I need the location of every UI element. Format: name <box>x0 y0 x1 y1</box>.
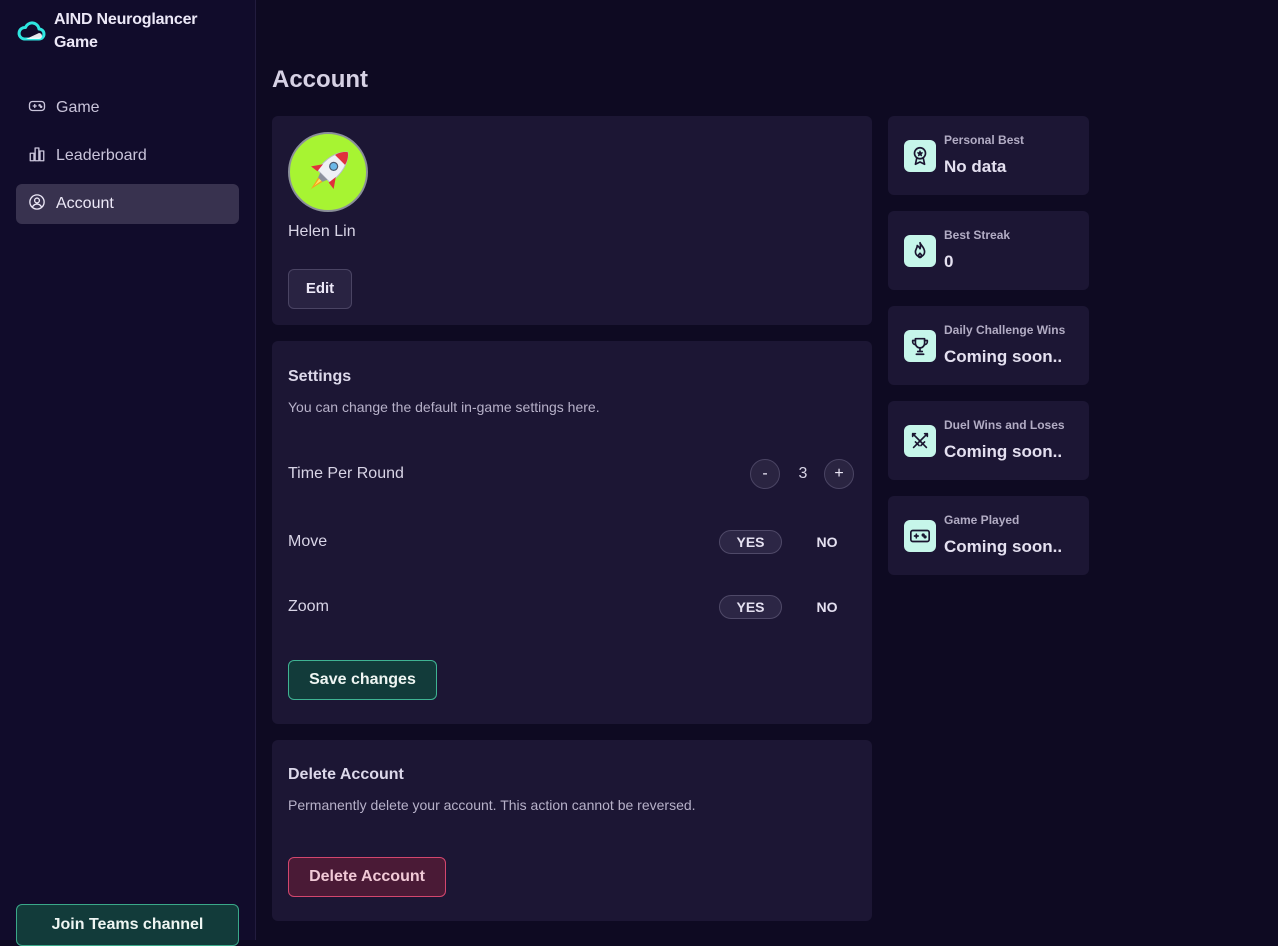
bar-chart-icon <box>28 145 46 168</box>
stat-label: Duel Wins and Loses <box>944 418 1065 432</box>
time-per-round-value: 3 <box>798 465 808 482</box>
save-changes-button[interactable]: Save changes <box>288 660 437 700</box>
page-title: Account <box>272 66 368 93</box>
sidebar: AIND Neuroglancer Game Game Leaderboard … <box>0 0 256 946</box>
stat-game-played: Game Played Coming soon.. <box>888 496 1089 575</box>
app-title: AIND Neuroglancer Game <box>54 11 198 51</box>
move-yes-toggle[interactable]: YES <box>719 530 782 554</box>
sidebar-item-account[interactable]: Account <box>16 184 239 224</box>
user-name: Helen Lin <box>288 223 356 240</box>
sidebar-nav: Game Leaderboard Account <box>16 88 239 232</box>
decrement-button[interactable]: - <box>750 459 780 489</box>
zoom-label: Zoom <box>288 598 329 615</box>
stat-value: 0 <box>944 252 954 271</box>
delete-account-button[interactable]: Delete Account <box>288 857 446 897</box>
brand[interactable]: AIND Neuroglancer Game <box>16 8 244 54</box>
delete-account-description: Permanently delete your account. This ac… <box>288 797 696 813</box>
move-label: Move <box>288 533 328 550</box>
sidebar-item-leaderboard[interactable]: Leaderboard <box>16 136 239 176</box>
sidebar-item-label: Leaderboard <box>56 147 147 164</box>
stat-duel-wins-and-loses: Duel Wins and Loses Coming soon.. <box>888 401 1089 480</box>
sidebar-item-game[interactable]: Game <box>16 88 239 128</box>
stat-value: Coming soon.. <box>944 347 1063 366</box>
zoom-no-toggle[interactable]: NO <box>807 595 847 619</box>
stat-label: Game Played <box>944 513 1020 527</box>
profile-card: Helen Lin Edit <box>272 116 872 325</box>
trophy-icon <box>904 330 936 362</box>
avatar <box>288 132 368 212</box>
settings-card: Settings You can change the default in-g… <box>272 341 872 724</box>
stat-value: Coming soon.. <box>944 442 1063 461</box>
stat-label: Personal Best <box>944 133 1025 147</box>
stat-personal-best: Personal Best No data <box>888 116 1089 195</box>
gamepad-icon <box>904 520 936 552</box>
stat-label: Best Streak <box>944 228 1011 242</box>
delete-account-card: Delete Account Permanently delete your a… <box>272 740 872 921</box>
stat-daily-challenge-wins: Daily Challenge Wins Coming soon.. <box>888 306 1089 385</box>
move-no-toggle[interactable]: NO <box>807 530 847 554</box>
time-per-round-label: Time Per Round <box>288 465 404 482</box>
gamepad-icon <box>28 97 46 120</box>
sidebar-item-label: Account <box>56 195 114 212</box>
flame-icon <box>904 235 936 267</box>
sidebar-item-label: Game <box>56 99 100 116</box>
stat-best-streak: Best Streak 0 <box>888 211 1089 290</box>
settings-description: You can change the default in-game setti… <box>288 399 600 415</box>
stat-value: Coming soon.. <box>944 537 1063 556</box>
settings-title: Settings <box>288 368 352 385</box>
stat-label: Daily Challenge Wins <box>944 323 1066 337</box>
zoom-yes-toggle[interactable]: YES <box>719 595 782 619</box>
stat-value: No data <box>944 157 1007 176</box>
edit-profile-button[interactable]: Edit <box>288 269 352 309</box>
increment-button[interactable]: + <box>824 459 854 489</box>
award-icon <box>904 140 936 172</box>
cloud-icon <box>16 16 46 46</box>
swords-icon <box>904 425 936 457</box>
delete-account-title: Delete Account <box>288 766 404 783</box>
rocket-icon <box>310 151 349 190</box>
user-circle-icon <box>28 193 46 216</box>
